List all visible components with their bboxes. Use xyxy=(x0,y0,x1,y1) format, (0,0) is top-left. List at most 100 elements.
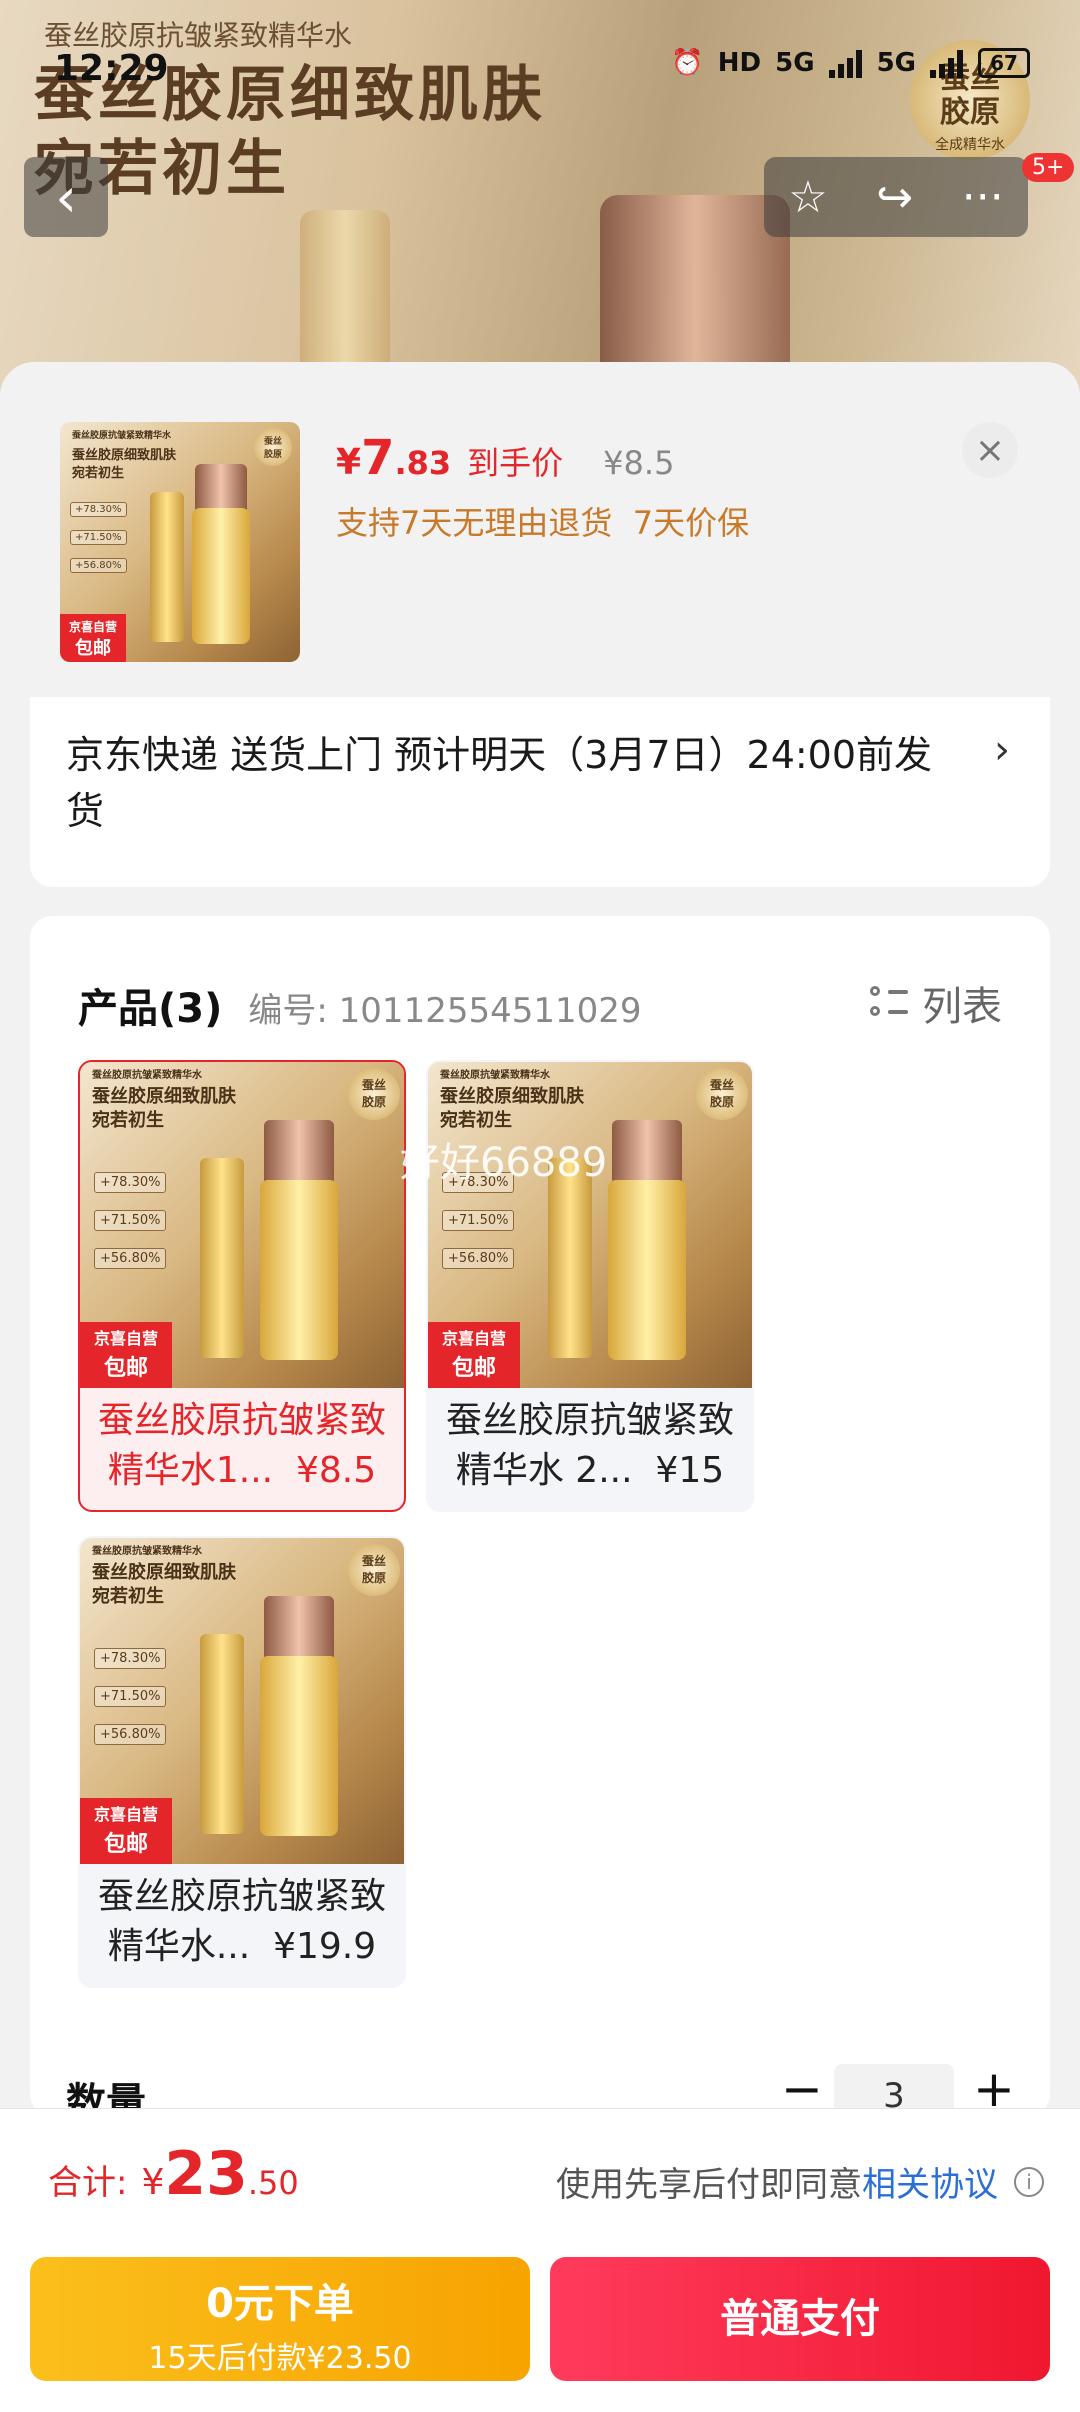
tile-bottle-small xyxy=(548,1158,592,1358)
thumb-stat-2: +71.50% xyxy=(70,530,127,545)
signal-icon-2 xyxy=(930,48,964,78)
thumb-bottle-large xyxy=(192,508,250,644)
tile-headline: 蚕丝胶原细致肌肤 xyxy=(92,1086,236,1107)
tile-bottle-small xyxy=(200,1158,244,1358)
list-view-toggle[interactable]: 列表 xyxy=(870,974,1002,1032)
info-icon[interactable]: i xyxy=(1014,2166,1044,2197)
original-price: ¥8.5 xyxy=(603,444,675,482)
product-count-title: 产品(3) xyxy=(78,986,223,1032)
tile-sticker-1: 京喜自营 xyxy=(93,1329,158,1348)
signal-icon xyxy=(828,48,863,78)
tile-bottle-large xyxy=(260,1656,338,1836)
tile-stat-2: +71.50% xyxy=(94,1686,167,1707)
status-bar: 12:29 ⏰ HD 5G 5G 67 xyxy=(0,40,1080,100)
signal-5g-label: 5G xyxy=(775,48,815,78)
agreement-link[interactable]: 相关协议 xyxy=(862,2157,998,2206)
delivery-card[interactable]: 京东快递 送货上门 预计明天（3月7日）24:00前发货 › xyxy=(30,697,1050,887)
alarm-icon: ⏰ xyxy=(671,48,704,78)
tile-seal: 蚕丝 胶原 xyxy=(348,1068,400,1120)
pay-later-button[interactable]: 0元下单 15天后付款¥23.50 xyxy=(30,2257,530,2381)
more-icon[interactable]: ··· xyxy=(962,172,1004,223)
tile-sticker: 京喜自营 包邮 xyxy=(428,1322,520,1388)
normal-pay-button[interactable]: 普通支付 xyxy=(550,2257,1050,2381)
tile-stat-2: +71.50% xyxy=(94,1210,167,1231)
total-decimal: .50 xyxy=(247,2164,299,2202)
hero-headline-2: 宛若初生 xyxy=(34,134,290,204)
product-option-name-line1: 蚕丝胶原抗皱紧致 xyxy=(97,1400,386,1441)
price-label: 到手价 xyxy=(467,444,564,482)
back-button[interactable]: ‹ xyxy=(24,157,108,237)
product-sku: 编号: 10112554511029 xyxy=(248,991,642,1031)
product-option-name: 蚕丝胶原抗皱紧致 精华水... ¥19.9 xyxy=(80,1872,404,1972)
delivery-text: 京东快递 送货上门 预计明天（3月7日）24:00前发货 xyxy=(66,733,933,833)
price-row: ¥ 7 .83 到手价 ¥8.5 xyxy=(336,430,674,486)
thumb-bottle-small xyxy=(150,492,184,642)
tile-headline-2: 宛若初生 xyxy=(440,1110,512,1131)
total-integer: 23 xyxy=(164,2139,248,2209)
tile-stat-1: +78.30% xyxy=(94,1172,167,1193)
price-currency: ¥ xyxy=(336,442,362,483)
order-total: 合计: ¥ 23 .50 xyxy=(48,2139,299,2209)
tile-stat-3: +56.80% xyxy=(94,1248,167,1269)
thumb-sticker-1: 京喜自营 xyxy=(68,620,117,634)
close-icon: × xyxy=(974,429,1006,471)
product-option-name-line1: 蚕丝胶原抗皱紧致 xyxy=(97,1876,386,1917)
service-promise: 支持7天无理由退货 7天价保 xyxy=(336,504,750,542)
price-decimal: .83 xyxy=(394,444,452,482)
product-option-name: 蚕丝胶原抗皱紧致 精华水1... ¥8.5 xyxy=(80,1396,404,1496)
tile-bottle-small xyxy=(200,1634,244,1834)
tile-sticker: 京喜自营 包邮 xyxy=(80,1798,172,1864)
price-integer: 7 xyxy=(361,430,395,486)
hd-icon: HD xyxy=(717,48,762,78)
product-option-image: 蚕丝胶原抗皱紧致精华水 蚕丝胶原细致肌肤 宛若初生 蚕丝 胶原 +78.30% … xyxy=(428,1062,752,1388)
tile-stat-1: +78.30% xyxy=(94,1648,167,1669)
tile-sticker-2: 包邮 xyxy=(451,1356,496,1381)
tile-stat-3: +56.80% xyxy=(442,1248,515,1269)
tile-headline-2: 宛若初生 xyxy=(92,1586,164,1607)
tile-bottle-cap xyxy=(612,1120,682,1182)
tile-bottle-large xyxy=(608,1180,686,1360)
thumb-seal: 蚕丝 胶原 xyxy=(254,428,292,466)
pay-later-label: 0元下单 xyxy=(206,2281,354,2327)
status-icons: ⏰ HD 5G 5G 67 xyxy=(671,48,1030,78)
tile-sticker-2: 包邮 xyxy=(103,1356,148,1381)
share-icon[interactable]: ↪ xyxy=(876,172,913,223)
agreement-text: 使用先享后付即同意 相关协议 i xyxy=(556,2157,1044,2206)
product-thumbnail: 蚕丝胶原抗皱紧致精华水 蚕丝胶原细致肌肤 宛若初生 蚕丝 胶原 +78.30% … xyxy=(60,422,300,662)
hero-seal-sub: 全成精华水 xyxy=(935,137,1005,153)
thumb-caption: 蚕丝胶原抗皱紧致精华水 xyxy=(72,431,172,441)
agreement-prefix: 使用先享后付即同意 xyxy=(556,2165,862,2205)
tile-stat-2: +71.50% xyxy=(442,1210,515,1231)
product-option-name-line2: 精华水... ¥19.9 xyxy=(107,1926,377,1967)
list-icon xyxy=(870,984,908,1022)
total-currency: ¥ xyxy=(141,2162,165,2203)
tile-bottle-cap xyxy=(264,1120,334,1182)
product-option-3[interactable]: 蚕丝胶原抗皱紧致精华水 蚕丝胶原细致肌肤 宛若初生 蚕丝 胶原 +78.30% … xyxy=(78,1536,406,1988)
tile-sticker-2: 包邮 xyxy=(103,1832,148,1857)
top-actions: ☆ ↪ ··· xyxy=(764,157,1028,237)
status-time: 12:29 xyxy=(54,48,169,89)
tile-headline: 蚕丝胶原细致肌肤 xyxy=(92,1562,236,1583)
tile-bottle-large xyxy=(260,1180,338,1360)
chevron-right-icon: › xyxy=(994,727,1010,773)
product-option-1[interactable]: 蚕丝胶原抗皱紧致精华水 蚕丝胶原细致肌肤 宛若初生 蚕丝 胶原 +78.30% … xyxy=(78,1060,406,1512)
tile-stat-3: +56.80% xyxy=(94,1724,167,1745)
tile-sticker-1: 京喜自营 xyxy=(441,1329,506,1348)
product-option-name-line1: 蚕丝胶原抗皱紧致 xyxy=(445,1400,734,1441)
tile-caption: 蚕丝胶原抗皱紧致精华水 xyxy=(440,1070,550,1081)
favorite-icon[interactable]: ☆ xyxy=(788,172,827,223)
product-header: 产品(3) 编号: 10112554511029 xyxy=(78,976,642,1034)
close-button[interactable]: × xyxy=(962,422,1018,478)
tile-seal: 蚕丝 胶原 xyxy=(696,1068,748,1120)
thumb-headline-2: 宛若初生 xyxy=(72,466,125,481)
product-option-2[interactable]: 蚕丝胶原抗皱紧致精华水 蚕丝胶原细致肌肤 宛若初生 蚕丝 胶原 +78.30% … xyxy=(426,1060,754,1512)
tile-headline: 蚕丝胶原细致肌肤 xyxy=(440,1086,584,1107)
total-label: 合计: xyxy=(48,2163,128,2203)
tile-headline-2: 宛若初生 xyxy=(92,1110,164,1131)
product-option-name-line2: 精华水 2... ¥15 xyxy=(455,1450,725,1491)
product-option-image: 蚕丝胶原抗皱紧致精华水 蚕丝胶原细致肌肤 宛若初生 蚕丝 胶原 +78.30% … xyxy=(80,1538,404,1864)
list-view-label: 列表 xyxy=(922,984,1002,1030)
tile-caption: 蚕丝胶原抗皱紧致精华水 xyxy=(92,1546,202,1557)
message-badge: 5+ xyxy=(1022,153,1075,182)
thumb-stat-1: +78.30% xyxy=(70,502,127,517)
